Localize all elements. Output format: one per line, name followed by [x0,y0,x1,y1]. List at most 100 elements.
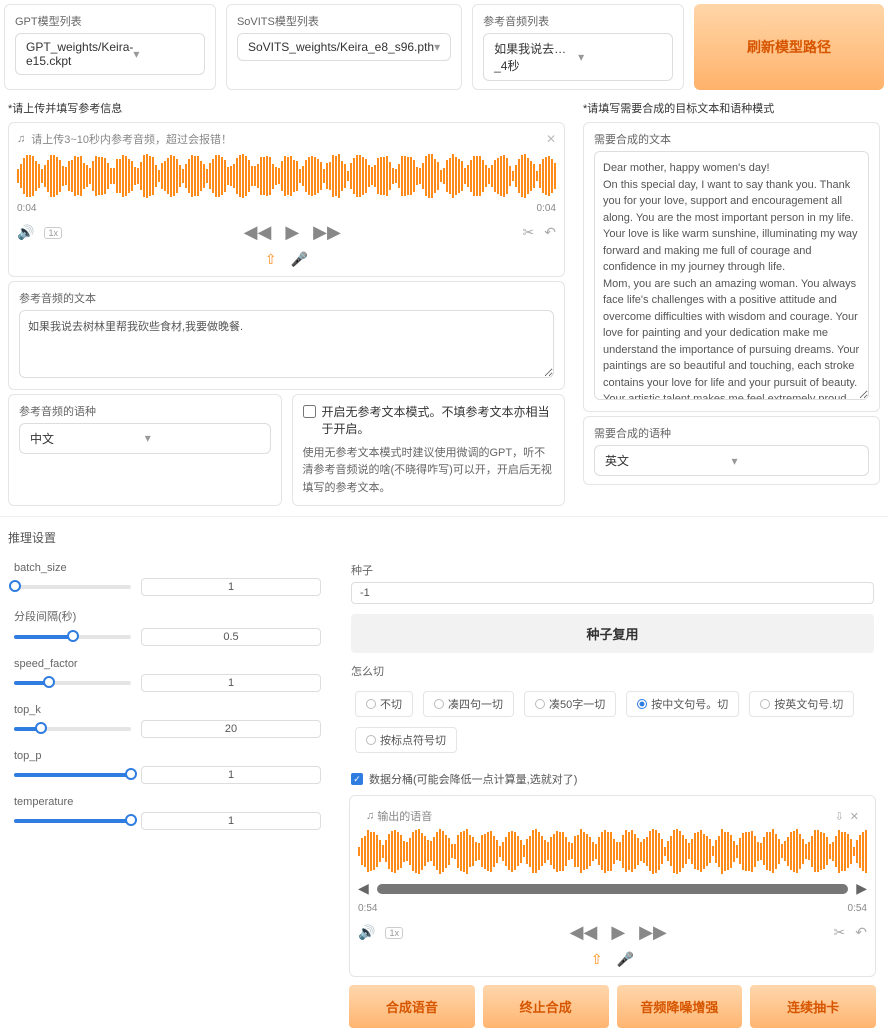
chevron-down-icon: ▾ [578,50,662,64]
sovits-label: SoVITS模型列表 [237,13,451,29]
out-time-end: 0:54 [848,903,867,914]
ref-text-input[interactable] [19,310,554,378]
batch_size-slider[interactable] [14,585,131,589]
split-label: 分段间隔(秒) [14,608,321,624]
action-button-3[interactable]: 连续抽卡 [750,985,876,1028]
action-button-2[interactable]: 音频降噪增强 [617,985,743,1028]
batch_size-value[interactable]: 1 [141,578,321,596]
target-text-label: 需要合成的文本 [594,131,869,147]
mic-icon[interactable]: 🎤 [291,251,308,268]
close-icon[interactable]: ✕ [850,810,859,823]
volume-icon[interactable]: 🔊 [17,224,34,241]
mic-icon[interactable]: 🎤 [617,951,634,968]
music-note-icon: ♫ [366,810,374,822]
seed-reuse-button[interactable]: 种子复用 [351,614,874,653]
split-slider[interactable] [14,635,131,639]
temperature-value[interactable]: 1 [141,812,321,830]
chevron-down-icon: ▾ [434,40,440,54]
undo-icon[interactable]: ↶ [544,224,556,241]
ref-waveform[interactable] [17,153,556,199]
rewind-icon[interactable]: ◀◀ [570,922,598,943]
target-note: *请填写需要合成的目标文本和语种模式 [579,98,884,118]
play-icon[interactable]: ▶ [611,922,625,943]
bucket-label: 数据分桶(可能会降低一点计算量,选就对了) [369,771,577,787]
ref-time-start: 0:04 [17,203,36,214]
no-ref-desc: 使用无参考文本模式时建议使用微调的GPT，听不清参考音频说的啥(不晓得咋写)可以… [303,445,555,498]
action-button-0[interactable]: 合成语音 [349,985,475,1028]
cut-option-4[interactable]: 按英文句号.切 [749,691,854,717]
chevron-down-icon: ▾ [145,431,260,445]
forward-icon[interactable]: ▶▶ [313,222,341,243]
top_p-label: top_p [14,750,321,762]
split-value[interactable]: 0.5 [141,628,321,646]
ref-lang-label: 参考音频的语种 [19,403,271,419]
sovits-select[interactable]: SoVITS_weights/Keira_e8_s96.pth▾ [237,33,451,61]
upload-hint: 请上传3~10秒内参考音频，超过会报错！ [31,131,232,147]
target-lang-label: 需要合成的语种 [594,425,869,441]
trim-icon[interactable]: ✂ [834,924,846,941]
bucket-checkbox[interactable]: ✓ [351,773,363,785]
radio-icon [366,735,376,745]
radio-icon [434,699,444,709]
cut-option-3[interactable]: 按中文句号。切 [626,691,739,717]
gpt-select[interactable]: GPT_weights/Keira-e15.ckpt▾ [15,33,205,75]
ref-note: *请上传并填写参考信息 [4,98,569,118]
temperature-slider[interactable] [14,819,131,823]
radio-icon [760,699,770,709]
seed-label: 种子 [351,562,874,578]
top_k-label: top_k [14,704,321,716]
upload-icon[interactable]: ⇧ [591,951,603,968]
batch_size-label: batch_size [14,562,321,574]
ref-text-label: 参考音频的文本 [19,290,554,306]
ref-time-end: 0:04 [537,203,556,214]
ref-audio-label: 参考音频列表 [483,13,673,29]
play-icon[interactable]: ▶ [285,222,299,243]
top_k-value[interactable]: 20 [141,720,321,738]
radio-icon [535,699,545,709]
seed-input[interactable] [351,582,874,604]
out-waveform[interactable] [358,828,867,874]
top_k-slider[interactable] [14,727,131,731]
infer-title: 推理设置 [0,523,888,552]
cut-option-1[interactable]: 凑四句一切 [423,691,514,717]
trim-icon[interactable]: ✂ [523,224,535,241]
undo-icon[interactable]: ↶ [855,924,867,941]
radio-icon [637,699,647,709]
no-ref-label: 开启无参考文本模式。不填参考文本亦相当于开启。 [322,403,555,437]
output-label: 输出的语音 [377,808,432,824]
ref-audio-select[interactable]: 如果我说去…_4秒▾ [483,33,673,81]
temperature-label: temperature [14,796,321,808]
volume-icon[interactable]: 🔊 [358,924,375,941]
radio-icon [366,699,376,709]
target-lang-select[interactable]: 英文▾ [594,445,869,476]
rewind-icon[interactable]: ◀◀ [244,222,272,243]
chevron-down-icon: ▾ [732,454,859,468]
chevron-down-icon: ▾ [133,47,194,61]
action-button-1[interactable]: 终止合成 [483,985,609,1028]
out-time-start: 0:54 [358,903,377,914]
scrub-bar[interactable] [377,884,848,894]
gpt-label: GPT模型列表 [15,13,205,29]
cut-option-5[interactable]: 按标点符号切 [355,727,457,753]
scrub-fwd-icon[interactable]: ▶ [856,880,867,897]
close-icon[interactable]: ✕ [546,132,556,146]
speed-label: speed_factor [14,658,321,670]
top_p-value[interactable]: 1 [141,766,321,784]
cut-option-0[interactable]: 不切 [355,691,413,717]
forward-icon[interactable]: ▶▶ [639,922,667,943]
music-note-icon: ♫ [17,133,25,145]
speed-value[interactable]: 1 [141,674,321,692]
playback-rate[interactable]: 1x [44,227,62,239]
refresh-models-button[interactable]: 刷新模型路径 [694,4,884,90]
upload-icon[interactable]: ⇧ [265,251,277,268]
download-icon[interactable]: ⇩ [835,810,844,823]
speed-slider[interactable] [14,681,131,685]
cut-label: 怎么切 [351,663,874,679]
ref-lang-select[interactable]: 中文▾ [19,423,271,454]
cut-option-2[interactable]: 凑50字一切 [524,691,616,717]
playback-rate[interactable]: 1x [385,927,403,939]
no-ref-checkbox[interactable] [303,405,316,418]
target-text-input[interactable] [594,151,869,400]
scrub-back-icon[interactable]: ◀ [358,880,369,897]
top_p-slider[interactable] [14,773,131,777]
